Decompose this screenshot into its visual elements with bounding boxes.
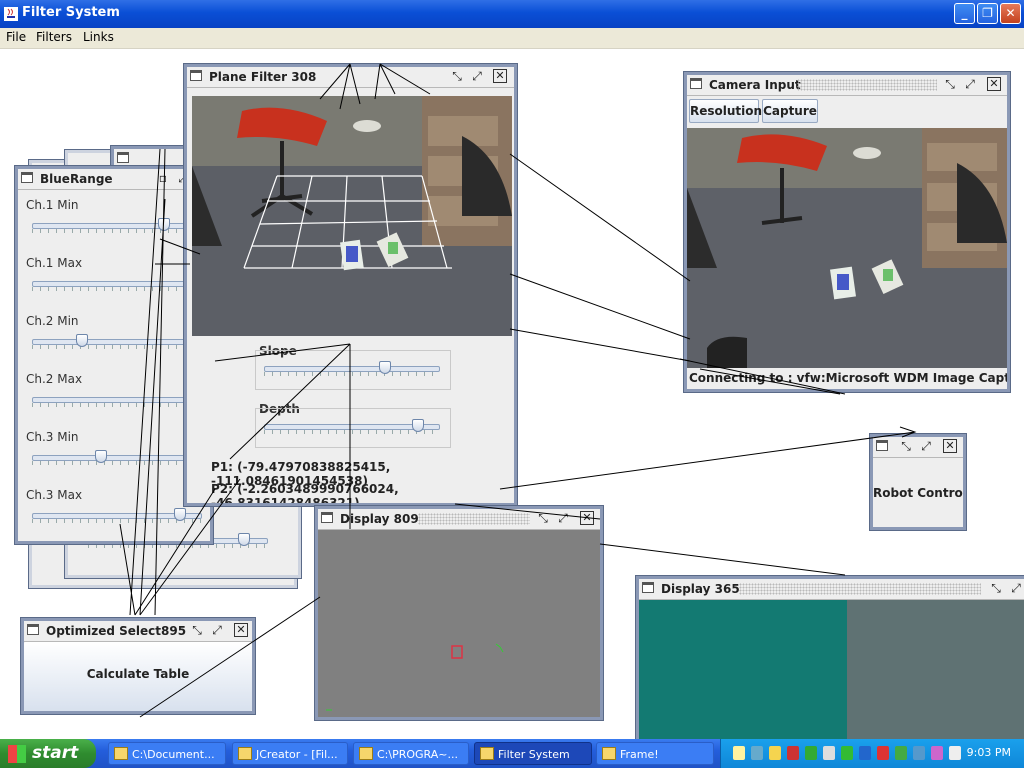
taskbar-app-icon — [602, 747, 616, 760]
tray-app7-icon[interactable] — [913, 746, 925, 760]
tray-app4-icon[interactable] — [841, 746, 853, 760]
taskbar-item[interactable]: C:\Document... — [108, 742, 226, 765]
tray-app-icon[interactable] — [751, 746, 763, 760]
taskbar-app-icon — [359, 747, 373, 760]
taskbar-item[interactable]: C:\PROGRA~... — [353, 742, 469, 765]
menu-links[interactable]: Links — [83, 30, 114, 44]
tray-app5-icon[interactable] — [877, 746, 889, 760]
tray-app9-icon[interactable] — [949, 746, 961, 760]
java-app-icon — [3, 6, 19, 22]
system-tray: 9:03 PM — [720, 739, 1024, 768]
tray-shield-icon[interactable] — [769, 746, 781, 760]
windows-flag-icon — [8, 745, 26, 763]
minimize-button[interactable]: _ — [954, 3, 975, 24]
restore-button[interactable]: ❐ — [977, 3, 998, 24]
desktop-pane: BlueRange ▫ ⤢ Ch.1 MinCh.1 MaxCh.2 MinCh… — [0, 49, 1024, 739]
close-button[interactable]: ✕ — [1000, 3, 1021, 24]
tray-bluetooth-icon[interactable] — [859, 746, 871, 760]
menu-file[interactable]: File — [6, 30, 26, 44]
taskbar-item[interactable]: JCreator - [Fil... — [232, 742, 348, 765]
tray-network-icon[interactable] — [787, 746, 799, 760]
tray-arrow-icon[interactable] — [733, 746, 745, 760]
taskbar: start C:\Document... JCreator - [Fil... C:… — [0, 739, 1024, 768]
menu-filters[interactable]: Filters — [36, 30, 72, 44]
window-title-bar[interactable]: Filter System _ ❐ ✕ — [0, 0, 1024, 28]
taskbar-item-label: C:\Document... — [132, 748, 215, 761]
tray-app3-icon[interactable] — [823, 746, 835, 760]
tray-app8-icon[interactable] — [931, 746, 943, 760]
taskbar-item-label: JCreator - [Fil... — [256, 748, 338, 761]
tray-app2-icon[interactable] — [805, 746, 817, 760]
taskbar-item-label: C:\PROGRA~... — [377, 748, 458, 761]
tray-app6-icon[interactable] — [895, 746, 907, 760]
tray-clock[interactable]: 9:03 PM — [967, 746, 1011, 759]
start-button[interactable]: start — [0, 739, 96, 768]
taskbar-app-icon — [114, 747, 128, 760]
window-title: Filter System — [22, 5, 120, 20]
taskbar-app-icon — [238, 747, 252, 760]
taskbar-item-label: Filter System — [498, 748, 570, 761]
taskbar-item[interactable]: Filter System — [474, 742, 592, 765]
taskbar-item-label: Frame! — [620, 748, 659, 761]
menu-bar: File Filters Links — [0, 28, 1024, 49]
taskbar-item[interactable]: Frame! — [596, 742, 714, 765]
link-lines — [119, 63, 917, 718]
taskbar-app-icon — [480, 747, 494, 760]
